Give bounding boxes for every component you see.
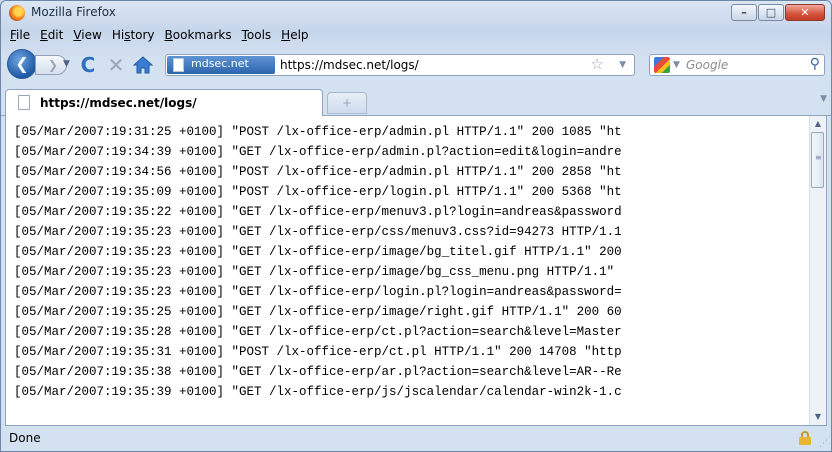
log-line: [05/Mar/2007:19:31:25 +0100] "POST /lx-o… [14,125,622,139]
minimize-button[interactable]: – [731,4,757,21]
search-box[interactable]: ▼ Google ⚲ [649,54,825,76]
resize-grip-icon[interactable]: ⋰ [819,439,828,449]
scroll-up-arrow-icon[interactable]: ▲ [810,116,826,132]
plus-icon: + [341,96,353,110]
window-title: Mozilla Firefox [31,5,116,19]
back-button[interactable]: ❮ [7,49,37,79]
window-controls: – □ ✕ [731,4,825,21]
site-identity-label: mdsec.net [191,57,249,70]
tab-active[interactable]: https://mdsec.net/logs/ [5,89,323,116]
scroll-down-arrow-icon[interactable]: ▼ [810,409,826,425]
log-line: [05/Mar/2007:19:35:39 +0100] "GET /lx-of… [14,385,622,399]
title-bar[interactable]: Mozilla Firefox – □ ✕ [1,1,831,25]
site-identity-button[interactable]: mdsec.net [167,56,275,74]
page-icon [18,95,30,110]
maximize-button[interactable]: □ [758,4,784,21]
menu-view[interactable]: View [68,26,106,46]
menu-file[interactable]: File [5,26,35,46]
menu-tools[interactable]: Tools [237,26,277,46]
vertical-scrollbar[interactable]: ▲ ≡ ▼ [809,116,826,425]
log-line: [05/Mar/2007:19:34:56 +0100] "POST /lx-o… [14,165,622,179]
url-bar[interactable]: mdsec.net https://mdsec.net/logs/ ☆ ▼ [165,54,635,76]
log-line: [05/Mar/2007:19:35:31 +0100] "POST /lx-o… [14,345,622,359]
menu-edit[interactable]: Edit [35,26,68,46]
menu-help[interactable]: Help [276,26,313,46]
log-line: [05/Mar/2007:19:35:38 +0100] "GET /lx-of… [14,365,622,379]
close-button[interactable]: ✕ [785,4,825,21]
log-line: [05/Mar/2007:19:35:23 +0100] "GET /lx-of… [14,285,622,299]
bookmark-star-icon[interactable]: ☆ [591,55,604,73]
tab-bar: https://mdsec.net/logs/ + ▼ [1,85,831,116]
search-input[interactable]: Google [686,58,728,72]
log-line: [05/Mar/2007:19:34:39 +0100] "GET /lx-of… [14,145,622,159]
log-line: [05/Mar/2007:19:35:23 +0100] "GET /lx-of… [14,225,622,239]
firefox-logo-icon [9,5,25,21]
back-arrow-icon: ❮ [15,54,29,73]
tab-label: https://mdsec.net/logs/ [40,96,197,110]
history-dropdown-icon[interactable]: ▼ [63,59,70,69]
url-history-dropdown-icon[interactable]: ▼ [619,60,626,70]
home-icon [132,56,154,74]
stop-icon: ✕ [107,53,125,77]
home-button[interactable] [131,53,155,77]
page-content: [05/Mar/2007:19:31:25 +0100] "POST /lx-o… [5,116,827,426]
status-text: Done [9,431,41,445]
google-engine-icon[interactable] [654,57,670,73]
maximize-icon: □ [765,6,777,19]
log-line: [05/Mar/2007:19:35:28 +0100] "GET /lx-of… [14,325,622,339]
lock-icon[interactable] [799,431,811,445]
search-icon[interactable]: ⚲ [810,56,820,72]
reload-icon: C [80,53,96,77]
page-icon [173,58,184,72]
status-bar: Done ⋰ [1,426,831,451]
reload-button[interactable]: C [77,54,99,76]
menu-history[interactable]: History [107,26,160,46]
log-line: [05/Mar/2007:19:35:25 +0100] "GET /lx-of… [14,305,622,319]
browser-window: Mozilla Firefox – □ ✕ File Edit View His… [0,0,832,452]
search-engine-dropdown-icon[interactable]: ▼ [673,60,680,70]
minimize-icon: – [741,6,747,19]
tab-list-dropdown-icon[interactable]: ▼ [820,94,827,104]
log-line: [05/Mar/2007:19:35:09 +0100] "POST /lx-o… [14,185,622,199]
grip-icon: ≡ [815,153,822,162]
scroll-thumb[interactable]: ≡ [811,132,824,188]
url-text[interactable]: https://mdsec.net/logs/ [280,58,419,72]
new-tab-button[interactable]: + [327,92,367,114]
log-listing: [05/Mar/2007:19:31:25 +0100] "POST /lx-o… [6,122,816,402]
stop-button[interactable]: ✕ [105,54,127,76]
log-line: [05/Mar/2007:19:35:23 +0100] "GET /lx-of… [14,245,622,259]
log-line: [05/Mar/2007:19:35:22 +0100] "GET /lx-of… [14,205,622,219]
menu-bar: File Edit View History Bookmarks Tools H… [1,26,831,46]
menu-bookmarks[interactable]: Bookmarks [160,26,237,46]
close-icon: ✕ [800,6,810,19]
forward-arrow-icon: ❯ [48,58,59,72]
log-line: [05/Mar/2007:19:35:23 +0100] "GET /lx-of… [14,265,615,279]
navigation-toolbar: ❮ ❯ ▼ C ✕ mdsec.net https://mdsec.net/lo… [1,47,831,83]
